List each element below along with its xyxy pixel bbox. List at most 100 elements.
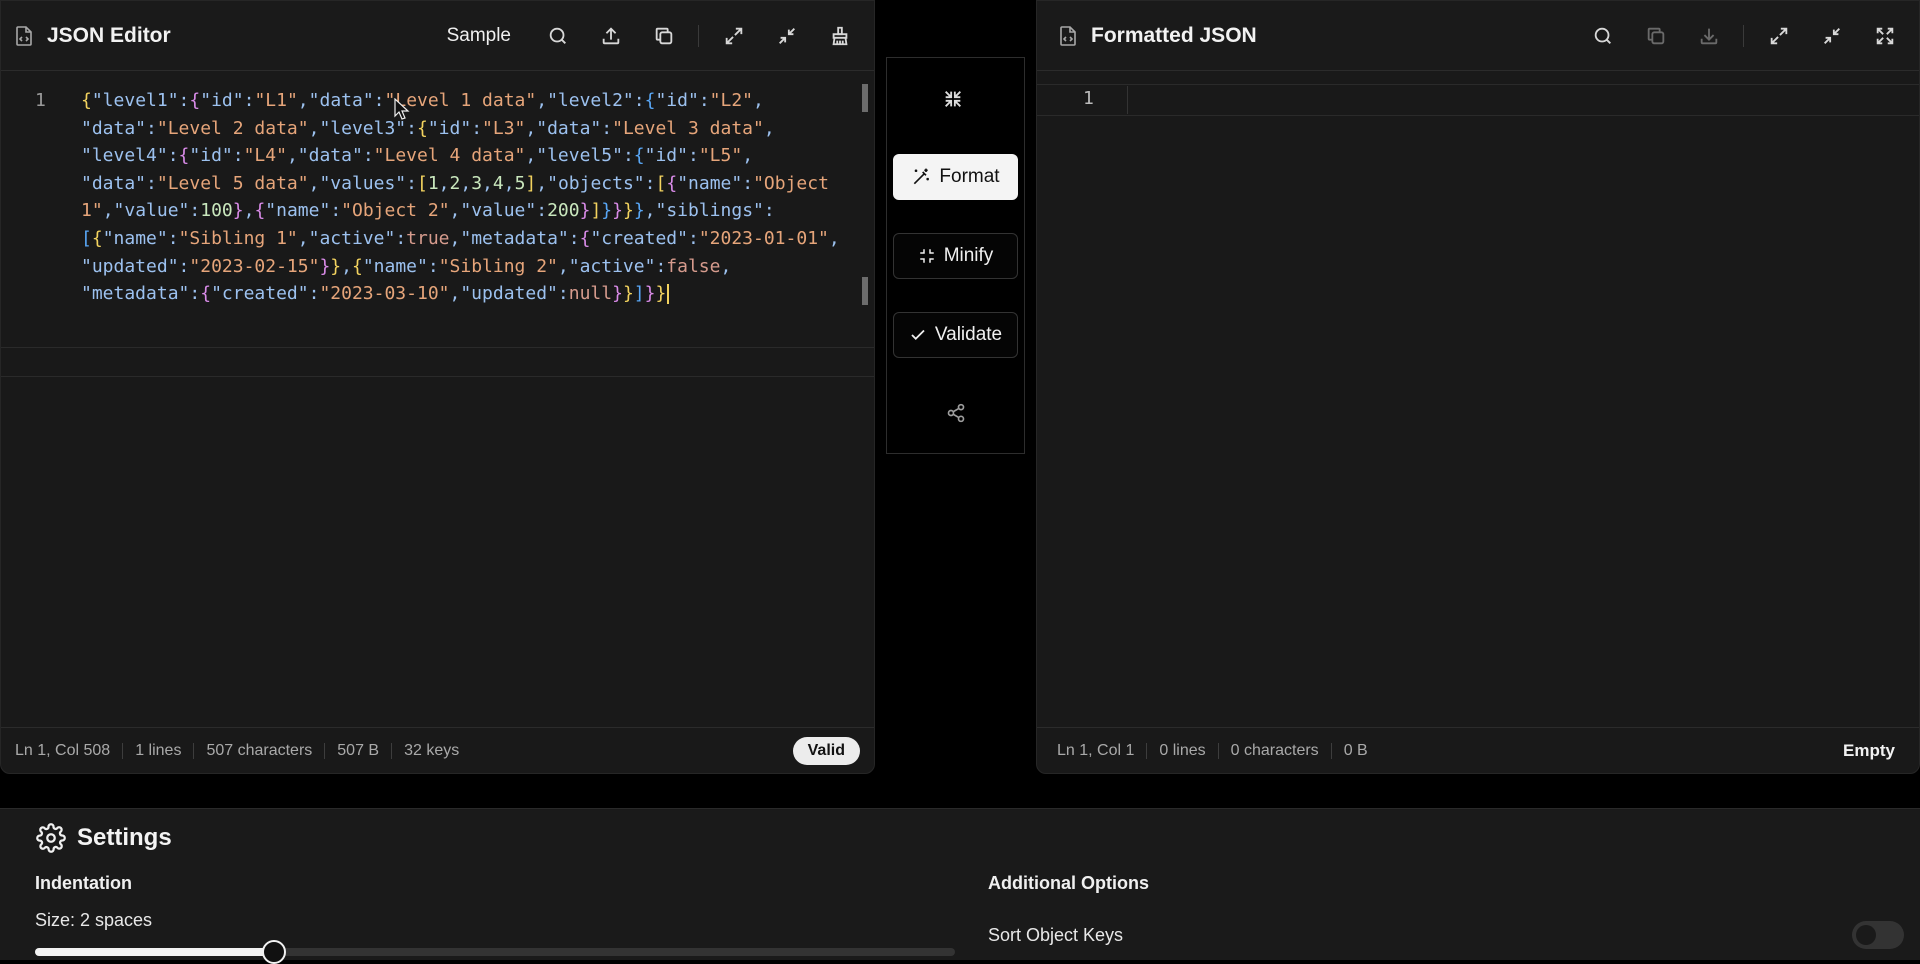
code-token: , — [286, 145, 298, 167]
additional-options-label: Additional Options — [988, 873, 1149, 893]
gutter-border — [1127, 86, 1128, 114]
code-token: : — [362, 145, 374, 167]
code-token: : — [243, 90, 255, 111]
code-token: , — [243, 200, 255, 222]
code-token: true — [406, 227, 450, 249]
validate-button[interactable]: Validate — [893, 312, 1018, 358]
clear-button[interactable] — [820, 16, 860, 56]
formatted-output[interactable]: 1 — [1037, 72, 1919, 727]
code-token: : — [146, 172, 157, 194]
code-token: } — [612, 200, 623, 222]
code-token: 2 — [449, 172, 461, 194]
code-token: { — [351, 255, 363, 277]
expand-button[interactable] — [714, 16, 754, 56]
code-token: [ — [416, 172, 428, 194]
output-collapse-button[interactable] — [1812, 16, 1852, 56]
byte-size: 507 B — [337, 741, 380, 759]
code-token: : — [395, 227, 407, 249]
output-expand-button[interactable] — [1759, 16, 1799, 56]
code-token: "id" — [655, 90, 699, 111]
code-token: , — [460, 172, 472, 194]
code-token: } — [612, 283, 623, 305]
code-token: : — [687, 227, 699, 249]
scrollbar-marker-top[interactable] — [862, 84, 868, 112]
code-token: : — [373, 90, 385, 111]
code-token: false — [666, 255, 721, 277]
indentation-slider[interactable] — [35, 940, 955, 964]
editor-header: JSON Editor Sample — [1, 1, 874, 71]
code-token: : — [189, 200, 201, 222]
copy-button[interactable] — [644, 16, 684, 56]
output-download-button[interactable] — [1689, 16, 1729, 56]
code-token: "metadata" — [81, 283, 190, 305]
sample-button[interactable]: Sample — [447, 25, 511, 47]
format-button[interactable]: Format — [893, 154, 1018, 200]
code-token: [ — [81, 227, 92, 249]
code-token: "name" — [102, 227, 168, 249]
code-token: : — [167, 227, 179, 249]
code-token: : — [308, 283, 320, 305]
code-token: { — [579, 227, 591, 249]
code-line: 1","value":100},{"name":"Object 2","valu… — [81, 197, 871, 225]
cursor-position: Ln 1, Col 1 — [1057, 741, 1135, 759]
code-content[interactable]: {"level1":{"id":"L1","data":"Level 1 dat… — [81, 87, 871, 308]
code-token: : — [406, 117, 417, 139]
share-button[interactable] — [946, 403, 966, 428]
code-token: , — [438, 172, 450, 194]
output-search-button[interactable] — [1583, 16, 1623, 56]
output-fullscreen-button[interactable] — [1865, 16, 1905, 56]
code-token: "Level 3 data" — [612, 117, 764, 139]
code-token: 3 — [471, 172, 483, 194]
sort-keys-toggle[interactable] — [1852, 921, 1904, 949]
minify-button[interactable]: Minify — [893, 233, 1018, 279]
code-token: "updated" — [81, 255, 179, 277]
scrollbar-marker-bottom[interactable] — [862, 277, 868, 305]
valid-badge: Valid — [792, 736, 860, 765]
code-token: ] — [525, 172, 537, 194]
slider-thumb[interactable] — [262, 940, 287, 964]
code-token: , — [449, 227, 461, 249]
code-token: "2023-01-01" — [698, 227, 829, 249]
code-token: : — [698, 90, 710, 111]
code-token: "data" — [81, 172, 147, 194]
code-token: "Sibling 1" — [178, 227, 298, 249]
character-count: 0 characters — [1230, 741, 1319, 759]
search-button[interactable] — [538, 16, 578, 56]
toggle-knob — [1856, 925, 1876, 945]
code-token: } — [655, 283, 667, 305]
mouse-cursor-icon — [394, 98, 410, 120]
collapse-arrows-icon — [945, 91, 961, 107]
output-copy-button[interactable] — [1636, 16, 1676, 56]
code-token: { — [416, 117, 428, 139]
status-divider — [1146, 742, 1148, 759]
code-token: "created" — [211, 283, 309, 305]
code-token: , — [449, 283, 461, 305]
code-token: "value" — [113, 200, 190, 222]
check-icon — [911, 329, 925, 341]
status-divider — [193, 742, 195, 759]
code-token: "Object 2" — [341, 200, 450, 222]
code-token: "Sibling 2" — [438, 255, 558, 277]
fullscreen-icon — [1876, 27, 1894, 44]
upload-button[interactable] — [591, 16, 631, 56]
code-token: "value" — [460, 200, 537, 222]
code-token: : — [232, 145, 244, 167]
code-token: : — [644, 172, 656, 194]
code-token: "L1" — [254, 90, 298, 111]
code-token: , — [297, 227, 309, 249]
code-token: "level5" — [536, 145, 623, 167]
code-token: : — [633, 90, 645, 111]
collapse-button[interactable] — [767, 16, 807, 56]
code-token: "name" — [677, 172, 743, 194]
code-token: { — [633, 145, 645, 167]
code-token: 1" — [81, 200, 103, 222]
slider-fill — [35, 948, 275, 956]
status-divider — [1330, 742, 1332, 759]
code-token: "name" — [362, 255, 428, 277]
collapse-panels-button[interactable] — [942, 88, 964, 115]
file-code-icon — [1059, 25, 1077, 46]
code-editor[interactable]: 1 {"level1":{"id":"L1","data":"Level 1 d… — [1, 72, 874, 727]
code-token: "updated" — [460, 283, 558, 305]
code-token: 100 — [200, 200, 233, 222]
code-token: "Object — [753, 172, 829, 194]
